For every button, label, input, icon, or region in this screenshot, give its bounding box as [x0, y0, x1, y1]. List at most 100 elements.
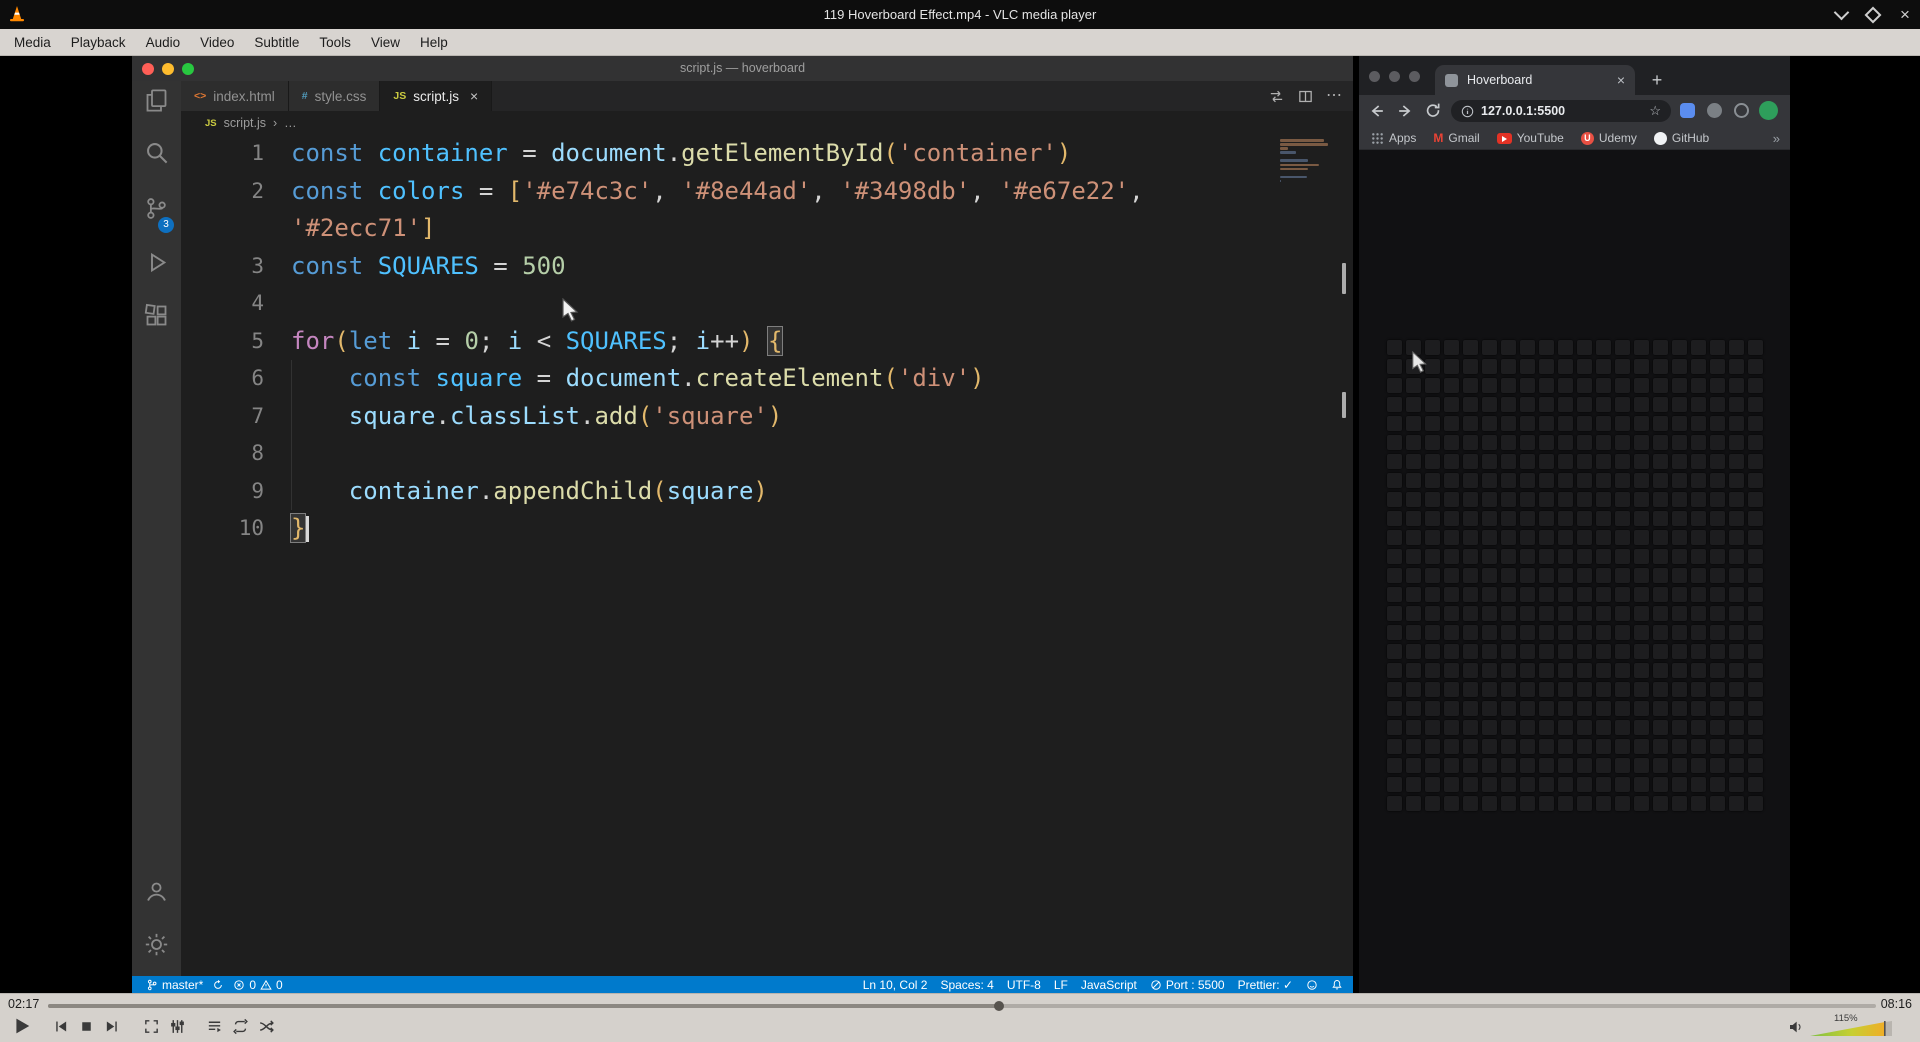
- grid-square[interactable]: [1653, 511, 1668, 526]
- grid-square[interactable]: [1710, 340, 1725, 355]
- grid-square[interactable]: [1634, 758, 1649, 773]
- grid-square[interactable]: [1577, 587, 1592, 602]
- grid-square[interactable]: [1425, 454, 1440, 469]
- extension-icon[interactable]: [1707, 103, 1722, 118]
- grid-square[interactable]: [1387, 473, 1402, 488]
- grid-square[interactable]: [1558, 397, 1573, 412]
- grid-square[interactable]: [1729, 511, 1744, 526]
- grid-square[interactable]: [1729, 416, 1744, 431]
- grid-square[interactable]: [1615, 777, 1630, 792]
- grid-square[interactable]: [1463, 568, 1478, 583]
- grid-square[interactable]: [1463, 606, 1478, 621]
- grid-square[interactable]: [1501, 720, 1516, 735]
- grid-square[interactable]: [1558, 492, 1573, 507]
- grid-square[interactable]: [1691, 606, 1706, 621]
- grid-square[interactable]: [1387, 701, 1402, 716]
- grid-square[interactable]: [1653, 739, 1668, 754]
- grid-square[interactable]: [1520, 663, 1535, 678]
- grid-square[interactable]: [1672, 511, 1687, 526]
- bookmark-youtube[interactable]: YouTube: [1496, 131, 1564, 145]
- grid-square[interactable]: [1539, 720, 1554, 735]
- grid-square[interactable]: [1501, 530, 1516, 545]
- grid-square[interactable]: [1482, 435, 1497, 450]
- grid-square[interactable]: [1463, 359, 1478, 374]
- grid-square[interactable]: [1425, 492, 1440, 507]
- grid-square[interactable]: [1729, 644, 1744, 659]
- grid-square[interactable]: [1501, 511, 1516, 526]
- grid-square[interactable]: [1425, 549, 1440, 564]
- grid-square[interactable]: [1501, 701, 1516, 716]
- live-server-port[interactable]: Port : 5500: [1150, 978, 1225, 992]
- search-icon[interactable]: [143, 139, 170, 166]
- grid-square[interactable]: [1558, 454, 1573, 469]
- grid-square[interactable]: [1520, 758, 1535, 773]
- grid-square[interactable]: [1482, 492, 1497, 507]
- grid-square[interactable]: [1691, 625, 1706, 640]
- grid-square[interactable]: [1539, 796, 1554, 811]
- language-mode[interactable]: JavaScript: [1081, 978, 1137, 992]
- grid-square[interactable]: [1691, 397, 1706, 412]
- grid-square[interactable]: [1615, 682, 1630, 697]
- grid-square[interactable]: [1710, 492, 1725, 507]
- grid-square[interactable]: [1425, 511, 1440, 526]
- grid-square[interactable]: [1748, 739, 1763, 754]
- grid-square[interactable]: [1444, 359, 1459, 374]
- grid-square[interactable]: [1615, 644, 1630, 659]
- grid-square[interactable]: [1634, 397, 1649, 412]
- grid-square[interactable]: [1653, 454, 1668, 469]
- grid-square[interactable]: [1463, 587, 1478, 602]
- grid-square[interactable]: [1558, 530, 1573, 545]
- grid-square[interactable]: [1558, 378, 1573, 393]
- grid-square[interactable]: [1634, 777, 1649, 792]
- menu-tools[interactable]: Tools: [309, 29, 361, 56]
- grid-square[interactable]: [1463, 777, 1478, 792]
- grid-square[interactable]: [1406, 701, 1421, 716]
- grid-square[interactable]: [1577, 758, 1592, 773]
- grid-square[interactable]: [1577, 701, 1592, 716]
- grid-square[interactable]: [1653, 644, 1668, 659]
- grid-square[interactable]: [1672, 416, 1687, 431]
- grid-square[interactable]: [1501, 416, 1516, 431]
- grid-square[interactable]: [1558, 473, 1573, 488]
- grid-square[interactable]: [1577, 473, 1592, 488]
- git-branch-item[interactable]: master*: [146, 978, 203, 992]
- grid-square[interactable]: [1729, 777, 1744, 792]
- grid-square[interactable]: [1577, 530, 1592, 545]
- grid-square[interactable]: [1501, 663, 1516, 678]
- browser-tab-hoverboard[interactable]: Hoverboard ×: [1435, 65, 1635, 95]
- grid-square[interactable]: [1615, 701, 1630, 716]
- mac-zoom-button[interactable]: [1409, 71, 1420, 82]
- grid-square[interactable]: [1634, 416, 1649, 431]
- grid-square[interactable]: [1539, 739, 1554, 754]
- grid-square[interactable]: [1672, 492, 1687, 507]
- split-editor-icon[interactable]: [1297, 88, 1314, 105]
- grid-square[interactable]: [1520, 549, 1535, 564]
- grid-square[interactable]: [1672, 587, 1687, 602]
- grid-square[interactable]: [1501, 644, 1516, 659]
- site-info-icon[interactable]: [1461, 105, 1474, 118]
- grid-square[interactable]: [1615, 796, 1630, 811]
- grid-square[interactable]: [1463, 625, 1478, 640]
- grid-square[interactable]: [1482, 378, 1497, 393]
- code-line[interactable]: 6 const square = document.createElement(…: [181, 360, 1353, 398]
- grid-square[interactable]: [1520, 777, 1535, 792]
- grid-square[interactable]: [1634, 359, 1649, 374]
- grid-square[interactable]: [1672, 682, 1687, 697]
- grid-square[interactable]: [1653, 492, 1668, 507]
- grid-square[interactable]: [1406, 454, 1421, 469]
- grid-square[interactable]: [1672, 758, 1687, 773]
- grid-square[interactable]: [1710, 720, 1725, 735]
- grid-square[interactable]: [1653, 796, 1668, 811]
- grid-square[interactable]: [1520, 568, 1535, 583]
- grid-square[interactable]: [1634, 549, 1649, 564]
- grid-square[interactable]: [1425, 796, 1440, 811]
- code-editor[interactable]: 1 const container = document.getElementBy…: [181, 135, 1353, 976]
- grid-square[interactable]: [1520, 644, 1535, 659]
- grid-square[interactable]: [1672, 549, 1687, 564]
- grid-square[interactable]: [1387, 625, 1402, 640]
- grid-square[interactable]: [1406, 625, 1421, 640]
- grid-square[interactable]: [1748, 435, 1763, 450]
- grid-square[interactable]: [1558, 796, 1573, 811]
- grid-square[interactable]: [1710, 777, 1725, 792]
- grid-square[interactable]: [1444, 416, 1459, 431]
